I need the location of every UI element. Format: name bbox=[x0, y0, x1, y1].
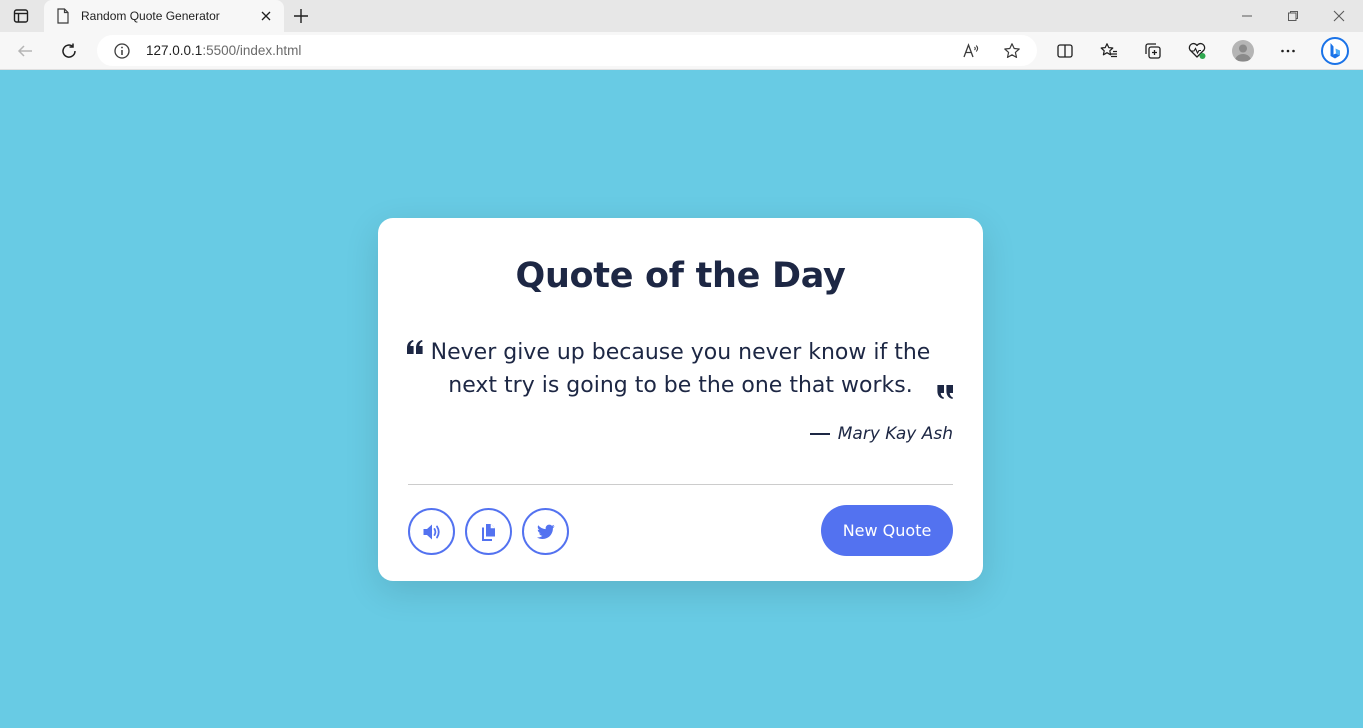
speaker-icon bbox=[423, 524, 440, 539]
browser-essentials-button[interactable] bbox=[1185, 39, 1209, 63]
split-screen-button[interactable] bbox=[1053, 39, 1077, 63]
author-dash bbox=[809, 433, 830, 435]
tab-title: Random Quote Generator bbox=[81, 9, 220, 23]
page-title: Quote of the Day bbox=[515, 256, 846, 296]
close-icon bbox=[1333, 10, 1345, 22]
minimize-button[interactable] bbox=[1236, 6, 1258, 26]
profile-avatar[interactable] bbox=[1232, 40, 1254, 62]
divider bbox=[408, 484, 953, 485]
back-button[interactable] bbox=[13, 39, 37, 63]
url-host: 127.0.0.1 bbox=[146, 43, 203, 58]
user-icon bbox=[1235, 44, 1251, 61]
favorites-button[interactable] bbox=[1097, 39, 1121, 63]
split-screen-icon bbox=[1057, 44, 1073, 58]
star-icon bbox=[1004, 43, 1020, 58]
copy-button[interactable] bbox=[465, 508, 512, 555]
restore-icon bbox=[1288, 11, 1298, 21]
quote-card: Quote of the Day Never give up because y… bbox=[378, 218, 983, 581]
favorites-icon bbox=[1100, 43, 1117, 58]
quote-left-icon bbox=[407, 340, 423, 354]
info-icon[interactable] bbox=[113, 42, 131, 60]
copy-icon bbox=[481, 523, 495, 541]
copilot-button[interactable] bbox=[1319, 35, 1351, 67]
tab-actions-icon bbox=[13, 9, 29, 23]
quote-text: Never give up because you never know if … bbox=[430, 340, 931, 398]
tab-actions-button[interactable] bbox=[8, 4, 34, 28]
author-name: Mary Kay Ash bbox=[837, 424, 953, 444]
heart-pulse-icon bbox=[1188, 43, 1206, 59]
refresh-button[interactable] bbox=[57, 39, 81, 63]
refresh-icon bbox=[62, 43, 76, 58]
plus-icon bbox=[294, 9, 308, 23]
bing-icon bbox=[1321, 37, 1349, 65]
url-path: :5500/index.html bbox=[202, 43, 302, 58]
collections-icon bbox=[1145, 43, 1161, 59]
close-icon bbox=[261, 11, 271, 21]
speak-button[interactable] bbox=[408, 508, 455, 555]
read-aloud-icon bbox=[963, 43, 979, 58]
more-icon bbox=[1281, 49, 1295, 53]
new-tab-button[interactable] bbox=[290, 5, 312, 27]
address-bar[interactable]: 127.0.0.1:5500/index.html bbox=[97, 35, 1037, 66]
page-icon bbox=[57, 8, 69, 24]
collections-button[interactable] bbox=[1141, 39, 1165, 63]
url-text[interactable]: 127.0.0.1:5500/index.html bbox=[146, 43, 301, 58]
tab-close-button[interactable] bbox=[258, 8, 274, 24]
minimize-icon bbox=[1242, 15, 1252, 17]
author-line: Mary Kay Ash bbox=[809, 424, 953, 444]
read-aloud-button[interactable] bbox=[961, 41, 981, 61]
new-quote-button[interactable]: New Quote bbox=[821, 505, 953, 556]
browser-tab[interactable]: Random Quote Generator bbox=[44, 0, 284, 32]
favorite-button[interactable] bbox=[1002, 41, 1022, 61]
close-window-button[interactable] bbox=[1328, 6, 1350, 26]
browser-tab-bar: Random Quote Generator bbox=[0, 0, 1363, 32]
more-button[interactable] bbox=[1276, 39, 1300, 63]
arrow-left-icon bbox=[17, 45, 32, 57]
restore-button[interactable] bbox=[1282, 6, 1304, 26]
twitter-icon bbox=[536, 524, 555, 539]
twitter-share-button[interactable] bbox=[522, 508, 569, 555]
browser-toolbar: 127.0.0.1:5500/index.html bbox=[0, 32, 1363, 70]
quote-right-icon bbox=[937, 385, 953, 399]
